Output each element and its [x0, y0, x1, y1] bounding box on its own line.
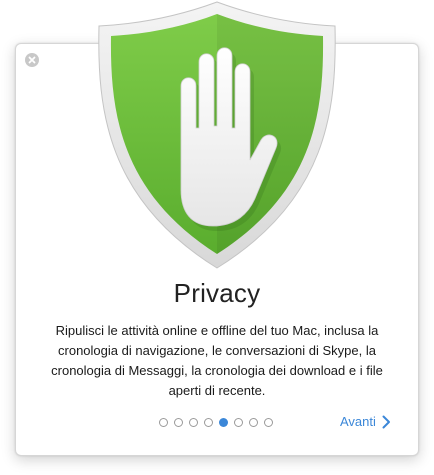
page-title: Privacy — [173, 278, 261, 308]
privacy-shield-icon — [98, 1, 336, 269]
close-icon — [28, 56, 36, 64]
stage: Privacy Ripulisci le attività online e o… — [0, 0, 434, 475]
pagination-dot[interactable] — [189, 418, 198, 427]
pagination-dot[interactable] — [234, 418, 243, 427]
next-button-label: Avanti — [340, 414, 376, 429]
chevron-right-icon — [382, 415, 390, 428]
next-button[interactable]: Avanti — [340, 414, 391, 429]
pagination-dot[interactable] — [204, 418, 213, 427]
pagination-dot[interactable] — [264, 418, 273, 427]
pagination-dot[interactable] — [174, 418, 183, 427]
close-button[interactable] — [25, 53, 39, 67]
pagination-dot-active[interactable] — [219, 418, 228, 427]
page-description: Ripulisci le attività online e offline d… — [51, 323, 383, 398]
pagination-dot[interactable] — [249, 418, 258, 427]
pagination-dot[interactable] — [159, 418, 168, 427]
pagination-dots — [159, 418, 273, 427]
